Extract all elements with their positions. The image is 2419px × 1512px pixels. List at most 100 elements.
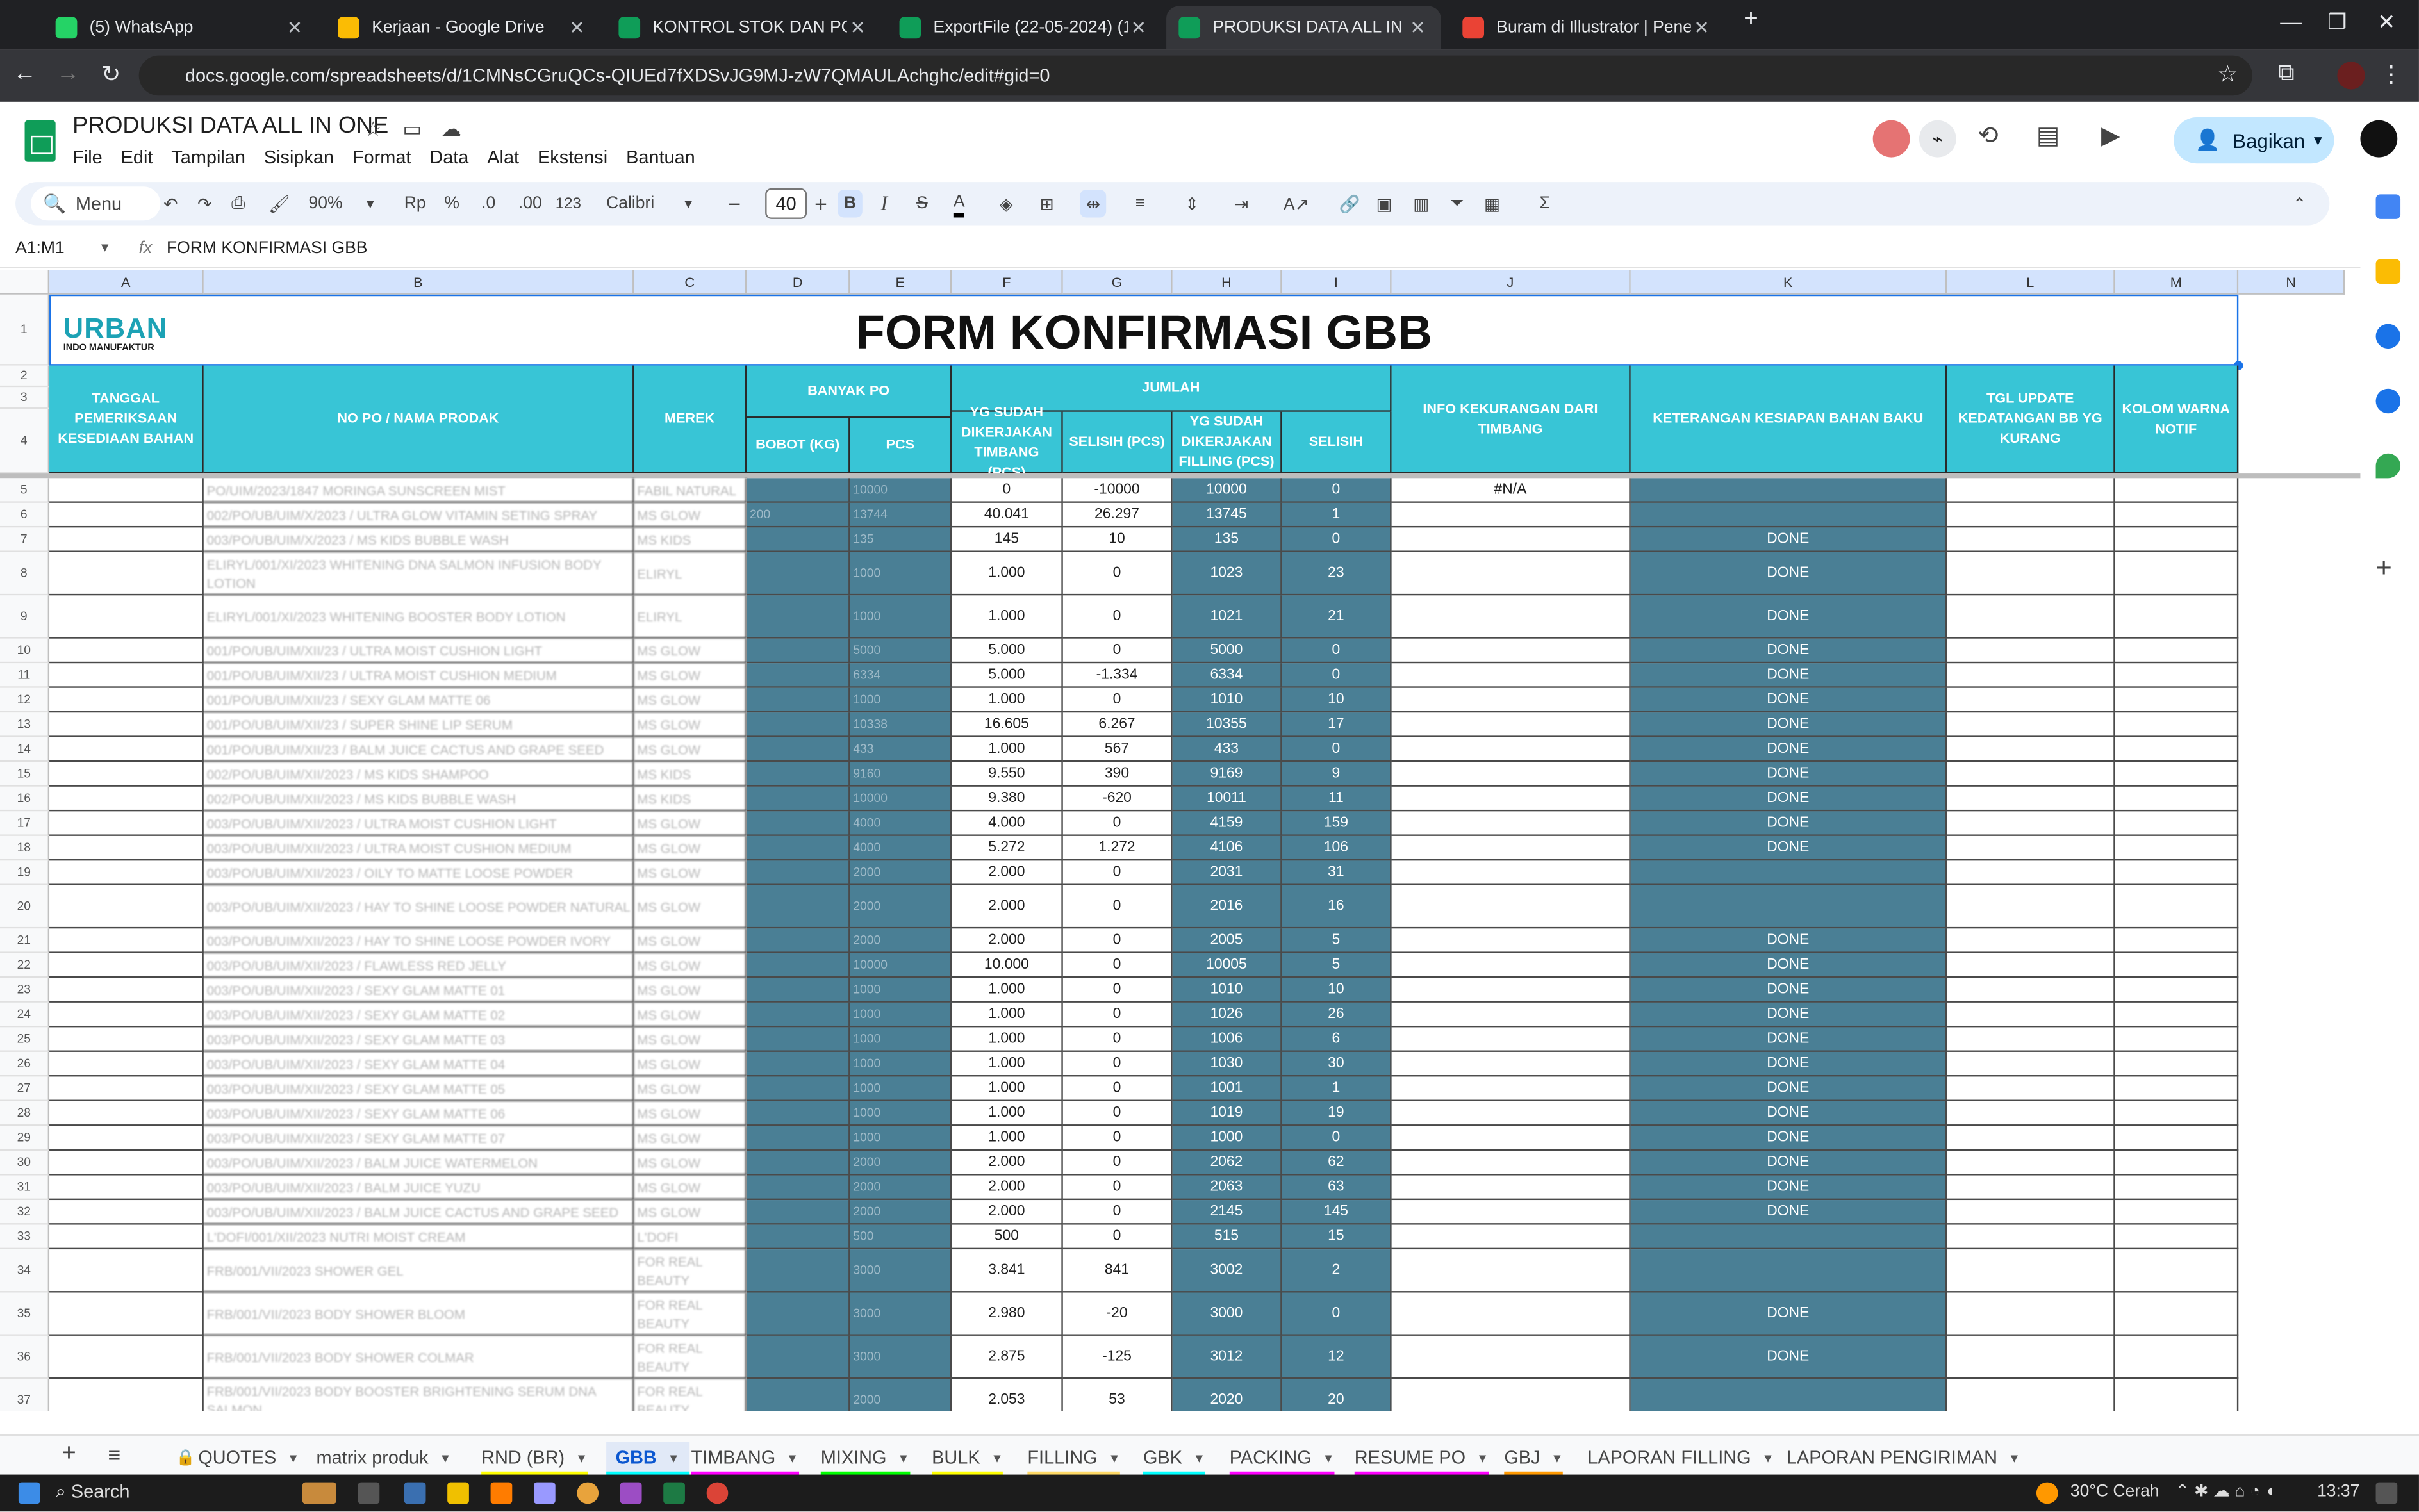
widget-icon[interactable]	[302, 1482, 336, 1504]
cell-tanggal[interactable]	[49, 1101, 204, 1126]
cell-yg-timbang[interactable]: 10.000	[952, 953, 1063, 978]
cell-yg-filling[interactable]: 10011	[1172, 786, 1282, 812]
cell-selisih-pcs[interactable]: 53	[1063, 1379, 1173, 1411]
cell-tgl-update[interactable]	[1947, 953, 2115, 978]
cell-yg-timbang[interactable]: 500	[952, 1224, 1063, 1250]
sheet-tab-laporan-filling[interactable]: LAPORAN FILLING ▼	[1587, 1442, 1774, 1473]
cell-selisih[interactable]: 159	[1282, 811, 1392, 836]
cell-bobot[interactable]	[747, 786, 850, 812]
row-header[interactable]: 16	[0, 786, 50, 812]
cell-selisih[interactable]: 16	[1282, 885, 1392, 929]
zoom-select[interactable]: 90% ▼	[309, 190, 377, 217]
row-header[interactable]: 20	[0, 885, 50, 929]
cell-selisih[interactable]: 26	[1282, 1002, 1392, 1028]
cell-no-po[interactable]: 001/PO/UB/UIM/XII/23 / SEXY GLAM MATTE 0…	[203, 687, 634, 713]
cell-kolom-warna[interactable]	[2115, 687, 2239, 713]
row-header[interactable]: 27	[0, 1076, 50, 1101]
cell-keterangan[interactable]: DONE	[1630, 663, 1947, 688]
task-view-icon[interactable]	[358, 1482, 380, 1504]
cell-tgl-update[interactable]	[1947, 527, 2115, 552]
cell-merek[interactable]: ELIRYL	[634, 595, 747, 639]
cell-no-po[interactable]: 003/PO/UB/UIM/XII/2023 / SEXY GLAM MATTE…	[203, 1002, 634, 1028]
cell-kolom-warna[interactable]	[2115, 1224, 2239, 1250]
cell-selisih-pcs[interactable]: 0	[1062, 953, 1173, 978]
cloud-status-icon[interactable]: ☁	[442, 117, 461, 142]
cell-tanggal[interactable]	[49, 502, 204, 528]
cell-merek[interactable]: MS GLOW	[634, 1150, 747, 1176]
cell-selisih-pcs[interactable]: 6.267	[1062, 712, 1173, 737]
cell-tgl-update[interactable]	[1947, 1002, 2115, 1028]
row-header[interactable]: 37	[0, 1379, 50, 1411]
cell-selisih[interactable]: 10	[1282, 687, 1392, 713]
chevron-down-icon[interactable]: ▼	[786, 1450, 798, 1465]
cell-selisih[interactable]: 20	[1282, 1379, 1392, 1411]
cell-yg-filling[interactable]: 10005	[1172, 953, 1282, 978]
browser-tab[interactable]: PRODUKSI DATA ALL IN ONE -✕	[1166, 6, 1441, 50]
cell-bobot[interactable]	[747, 552, 850, 596]
cell-info-kekurangan[interactable]	[1391, 978, 1631, 1003]
sheet-tab-gbb[interactable]: GBB ▼	[606, 1442, 689, 1476]
cell-selisih[interactable]: 5	[1282, 928, 1392, 953]
cell-bobot[interactable]	[747, 835, 850, 861]
cell-no-po[interactable]: L'DOFI/001/XII/2023 NUTRI MOIST CREAM	[203, 1224, 634, 1250]
cell-keterangan[interactable]	[1630, 478, 1947, 503]
cell-kolom-warna[interactable]	[2115, 953, 2239, 978]
cell-tanggal[interactable]	[49, 712, 204, 737]
cell-yg-timbang[interactable]: 145	[952, 527, 1063, 552]
cell-pcs[interactable]: 1000	[850, 978, 952, 1003]
cell-no-po[interactable]: 003/PO/UB/UIM/XII/2023 / SEXY GLAM MATTE…	[203, 1027, 634, 1052]
row-header[interactable]: 36	[0, 1335, 50, 1379]
cell-selisih-pcs[interactable]: 0	[1062, 885, 1173, 929]
font-select[interactable]: Calibri ▼	[606, 190, 694, 217]
cell-tanggal[interactable]	[49, 687, 204, 713]
cell-keterangan[interactable]: DONE	[1630, 1101, 1947, 1126]
menu-item-sisipkan[interactable]: Sisipkan	[264, 147, 334, 168]
menu-item-file[interactable]: File	[72, 147, 103, 168]
cell-no-po[interactable]: 001/PO/UB/UIM/XII/23 / SUPER SHINE LIP S…	[203, 712, 634, 737]
cell-tgl-update[interactable]	[1947, 1027, 2115, 1052]
cell-info-kekurangan[interactable]	[1391, 595, 1631, 639]
cell-merek[interactable]: MS GLOW	[634, 811, 747, 836]
cell-yg-timbang[interactable]: 5.272	[952, 835, 1063, 861]
cell-pcs[interactable]: 1000	[850, 1076, 952, 1101]
cell-info-kekurangan[interactable]	[1391, 953, 1631, 978]
cell-selisih[interactable]: 1	[1282, 502, 1392, 528]
taskbar-search[interactable]: ⌕ Search	[56, 1481, 130, 1504]
cell-pcs[interactable]: 500	[850, 1224, 952, 1250]
menu-item-alat[interactable]: Alat	[487, 147, 519, 168]
cell-selisih-pcs[interactable]: 0	[1062, 1076, 1173, 1101]
cell-tgl-update[interactable]	[1947, 1249, 2115, 1293]
menu-item-ekstensi[interactable]: Ekstensi	[538, 147, 607, 168]
cell-yg-filling[interactable]: 2063	[1172, 1175, 1282, 1201]
cell-bobot[interactable]	[747, 1379, 850, 1411]
cell-keterangan[interactable]: DONE	[1630, 811, 1947, 836]
cell-bobot[interactable]	[747, 663, 850, 688]
cell-kolom-warna[interactable]	[2115, 663, 2239, 688]
cell-info-kekurangan[interactable]	[1391, 638, 1631, 664]
cell-keterangan[interactable]: DONE	[1630, 835, 1947, 861]
add-addon-icon[interactable]: +	[2376, 552, 2392, 585]
cell-kolom-warna[interactable]	[2115, 527, 2239, 552]
cell-tgl-update[interactable]	[1947, 663, 2115, 688]
chevron-down-icon[interactable]: ▼	[287, 1450, 299, 1465]
cell-tanggal[interactable]	[49, 1027, 204, 1052]
column-header[interactable]: M	[2115, 270, 2239, 295]
cell-bobot[interactable]	[747, 527, 850, 552]
cell-yg-filling[interactable]: 3000	[1172, 1292, 1282, 1336]
cell-tgl-update[interactable]	[1947, 687, 2115, 713]
cell-yg-filling[interactable]: 1006	[1172, 1027, 1282, 1052]
cell-yg-timbang[interactable]: 1.000	[952, 1101, 1063, 1126]
sheet-tab-gbj[interactable]: GBJ ▼	[1504, 1442, 1564, 1476]
app-icon[interactable]	[404, 1482, 426, 1504]
cell-merek[interactable]: MS GLOW	[634, 1200, 747, 1225]
cell-pcs[interactable]: 2000	[850, 1175, 952, 1201]
row-header[interactable]: 2	[0, 365, 50, 388]
sheet-tab-laporan-pengiriman[interactable]: LAPORAN PENGIRIMAN ▼	[1787, 1442, 2020, 1473]
windows-start-icon[interactable]	[18, 1482, 40, 1504]
column-header[interactable]: K	[1630, 270, 1947, 295]
cell-tanggal[interactable]	[49, 1051, 204, 1077]
redo-icon[interactable]: ↷	[197, 190, 211, 217]
cell-selisih-pcs[interactable]: 26.297	[1062, 502, 1173, 528]
browser-tab[interactable]: Kerjaan - Google Drive ✕	[326, 6, 600, 49]
cell-tgl-update[interactable]	[1947, 1292, 2115, 1336]
